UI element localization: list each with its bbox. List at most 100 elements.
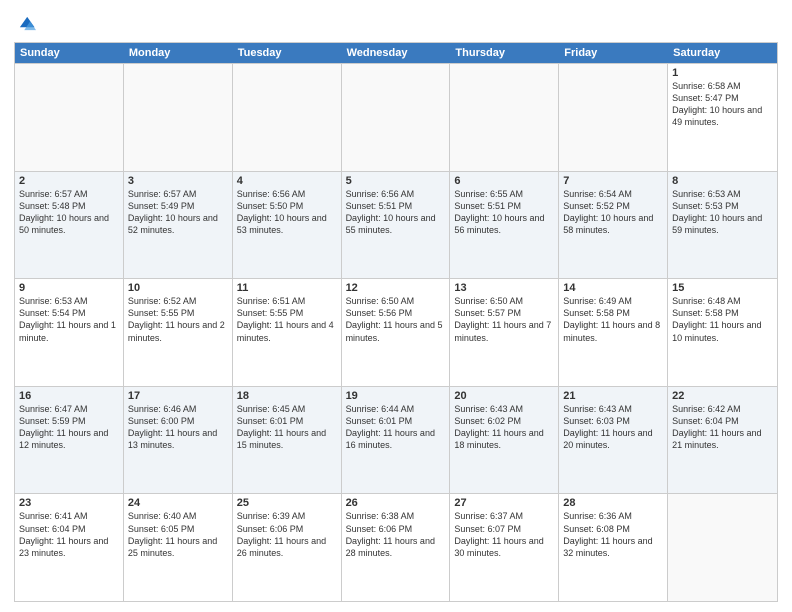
weekday-header: Thursday xyxy=(450,43,559,63)
day-info: Sunrise: 6:39 AM Sunset: 6:06 PM Dayligh… xyxy=(237,510,337,559)
day-info: Sunrise: 6:56 AM Sunset: 5:50 PM Dayligh… xyxy=(237,188,337,237)
day-info: Sunrise: 6:47 AM Sunset: 5:59 PM Dayligh… xyxy=(19,403,119,452)
calendar-cell xyxy=(559,64,668,171)
day-number: 12 xyxy=(346,282,446,294)
day-number: 22 xyxy=(672,390,773,402)
calendar-row: 23Sunrise: 6:41 AM Sunset: 6:04 PM Dayli… xyxy=(15,493,777,601)
header xyxy=(14,10,778,36)
calendar-cell: 27Sunrise: 6:37 AM Sunset: 6:07 PM Dayli… xyxy=(450,494,559,601)
day-info: Sunrise: 6:45 AM Sunset: 6:01 PM Dayligh… xyxy=(237,403,337,452)
calendar-cell: 9Sunrise: 6:53 AM Sunset: 5:54 PM Daylig… xyxy=(15,279,124,386)
day-info: Sunrise: 6:49 AM Sunset: 5:58 PM Dayligh… xyxy=(563,295,663,344)
day-number: 13 xyxy=(454,282,554,294)
day-number: 15 xyxy=(672,282,773,294)
calendar-body: 1Sunrise: 6:58 AM Sunset: 5:47 PM Daylig… xyxy=(15,63,777,601)
calendar-cell xyxy=(450,64,559,171)
calendar-cell: 5Sunrise: 6:56 AM Sunset: 5:51 PM Daylig… xyxy=(342,172,451,279)
weekday-header: Tuesday xyxy=(233,43,342,63)
day-info: Sunrise: 6:53 AM Sunset: 5:53 PM Dayligh… xyxy=(672,188,773,237)
day-info: Sunrise: 6:50 AM Sunset: 5:56 PM Dayligh… xyxy=(346,295,446,344)
calendar-cell: 21Sunrise: 6:43 AM Sunset: 6:03 PM Dayli… xyxy=(559,387,668,494)
day-info: Sunrise: 6:53 AM Sunset: 5:54 PM Dayligh… xyxy=(19,295,119,344)
calendar: SundayMondayTuesdayWednesdayThursdayFrid… xyxy=(14,42,778,602)
day-number: 7 xyxy=(563,175,663,187)
calendar-cell: 8Sunrise: 6:53 AM Sunset: 5:53 PM Daylig… xyxy=(668,172,777,279)
day-info: Sunrise: 6:43 AM Sunset: 6:03 PM Dayligh… xyxy=(563,403,663,452)
calendar-cell: 25Sunrise: 6:39 AM Sunset: 6:06 PM Dayli… xyxy=(233,494,342,601)
weekday-header: Monday xyxy=(124,43,233,63)
day-number: 8 xyxy=(672,175,773,187)
calendar-cell: 28Sunrise: 6:36 AM Sunset: 6:08 PM Dayli… xyxy=(559,494,668,601)
calendar-cell: 11Sunrise: 6:51 AM Sunset: 5:55 PM Dayli… xyxy=(233,279,342,386)
day-number: 19 xyxy=(346,390,446,402)
weekday-header: Friday xyxy=(559,43,668,63)
day-number: 21 xyxy=(563,390,663,402)
day-info: Sunrise: 6:36 AM Sunset: 6:08 PM Dayligh… xyxy=(563,510,663,559)
calendar-cell: 7Sunrise: 6:54 AM Sunset: 5:52 PM Daylig… xyxy=(559,172,668,279)
calendar-row: 16Sunrise: 6:47 AM Sunset: 5:59 PM Dayli… xyxy=(15,386,777,494)
calendar-cell xyxy=(342,64,451,171)
day-info: Sunrise: 6:54 AM Sunset: 5:52 PM Dayligh… xyxy=(563,188,663,237)
day-number: 10 xyxy=(128,282,228,294)
day-number: 9 xyxy=(19,282,119,294)
day-info: Sunrise: 6:57 AM Sunset: 5:49 PM Dayligh… xyxy=(128,188,228,237)
calendar-row: 9Sunrise: 6:53 AM Sunset: 5:54 PM Daylig… xyxy=(15,278,777,386)
day-info: Sunrise: 6:55 AM Sunset: 5:51 PM Dayligh… xyxy=(454,188,554,237)
weekday-header: Wednesday xyxy=(342,43,451,63)
calendar-cell: 3Sunrise: 6:57 AM Sunset: 5:49 PM Daylig… xyxy=(124,172,233,279)
calendar-cell: 14Sunrise: 6:49 AM Sunset: 5:58 PM Dayli… xyxy=(559,279,668,386)
calendar-cell: 22Sunrise: 6:42 AM Sunset: 6:04 PM Dayli… xyxy=(668,387,777,494)
calendar-cell: 12Sunrise: 6:50 AM Sunset: 5:56 PM Dayli… xyxy=(342,279,451,386)
calendar-cell xyxy=(15,64,124,171)
calendar-cell: 4Sunrise: 6:56 AM Sunset: 5:50 PM Daylig… xyxy=(233,172,342,279)
day-info: Sunrise: 6:42 AM Sunset: 6:04 PM Dayligh… xyxy=(672,403,773,452)
day-info: Sunrise: 6:56 AM Sunset: 5:51 PM Dayligh… xyxy=(346,188,446,237)
day-info: Sunrise: 6:52 AM Sunset: 5:55 PM Dayligh… xyxy=(128,295,228,344)
logo xyxy=(14,14,38,36)
calendar-cell: 6Sunrise: 6:55 AM Sunset: 5:51 PM Daylig… xyxy=(450,172,559,279)
day-info: Sunrise: 6:46 AM Sunset: 6:00 PM Dayligh… xyxy=(128,403,228,452)
calendar-cell: 1Sunrise: 6:58 AM Sunset: 5:47 PM Daylig… xyxy=(668,64,777,171)
day-number: 5 xyxy=(346,175,446,187)
day-number: 20 xyxy=(454,390,554,402)
day-number: 2 xyxy=(19,175,119,187)
day-info: Sunrise: 6:48 AM Sunset: 5:58 PM Dayligh… xyxy=(672,295,773,344)
calendar-cell: 13Sunrise: 6:50 AM Sunset: 5:57 PM Dayli… xyxy=(450,279,559,386)
calendar-cell: 10Sunrise: 6:52 AM Sunset: 5:55 PM Dayli… xyxy=(124,279,233,386)
day-info: Sunrise: 6:37 AM Sunset: 6:07 PM Dayligh… xyxy=(454,510,554,559)
day-info: Sunrise: 6:44 AM Sunset: 6:01 PM Dayligh… xyxy=(346,403,446,452)
calendar-cell: 20Sunrise: 6:43 AM Sunset: 6:02 PM Dayli… xyxy=(450,387,559,494)
calendar-cell: 19Sunrise: 6:44 AM Sunset: 6:01 PM Dayli… xyxy=(342,387,451,494)
day-info: Sunrise: 6:57 AM Sunset: 5:48 PM Dayligh… xyxy=(19,188,119,237)
day-number: 3 xyxy=(128,175,228,187)
day-info: Sunrise: 6:51 AM Sunset: 5:55 PM Dayligh… xyxy=(237,295,337,344)
day-info: Sunrise: 6:38 AM Sunset: 6:06 PM Dayligh… xyxy=(346,510,446,559)
calendar-cell xyxy=(233,64,342,171)
weekday-header: Saturday xyxy=(668,43,777,63)
day-info: Sunrise: 6:43 AM Sunset: 6:02 PM Dayligh… xyxy=(454,403,554,452)
day-number: 4 xyxy=(237,175,337,187)
calendar-cell xyxy=(124,64,233,171)
calendar-cell: 16Sunrise: 6:47 AM Sunset: 5:59 PM Dayli… xyxy=(15,387,124,494)
day-info: Sunrise: 6:50 AM Sunset: 5:57 PM Dayligh… xyxy=(454,295,554,344)
day-info: Sunrise: 6:58 AM Sunset: 5:47 PM Dayligh… xyxy=(672,80,773,129)
day-number: 16 xyxy=(19,390,119,402)
calendar-row: 2Sunrise: 6:57 AM Sunset: 5:48 PM Daylig… xyxy=(15,171,777,279)
day-number: 24 xyxy=(128,497,228,509)
calendar-cell: 26Sunrise: 6:38 AM Sunset: 6:06 PM Dayli… xyxy=(342,494,451,601)
day-number: 18 xyxy=(237,390,337,402)
day-info: Sunrise: 6:40 AM Sunset: 6:05 PM Dayligh… xyxy=(128,510,228,559)
logo-icon xyxy=(14,14,36,36)
calendar-cell: 15Sunrise: 6:48 AM Sunset: 5:58 PM Dayli… xyxy=(668,279,777,386)
day-number: 17 xyxy=(128,390,228,402)
weekday-header: Sunday xyxy=(15,43,124,63)
day-number: 26 xyxy=(346,497,446,509)
day-number: 25 xyxy=(237,497,337,509)
page: SundayMondayTuesdayWednesdayThursdayFrid… xyxy=(0,0,792,612)
day-number: 6 xyxy=(454,175,554,187)
calendar-cell: 17Sunrise: 6:46 AM Sunset: 6:00 PM Dayli… xyxy=(124,387,233,494)
calendar-row: 1Sunrise: 6:58 AM Sunset: 5:47 PM Daylig… xyxy=(15,63,777,171)
calendar-cell: 18Sunrise: 6:45 AM Sunset: 6:01 PM Dayli… xyxy=(233,387,342,494)
calendar-cell: 24Sunrise: 6:40 AM Sunset: 6:05 PM Dayli… xyxy=(124,494,233,601)
calendar-header: SundayMondayTuesdayWednesdayThursdayFrid… xyxy=(15,43,777,63)
